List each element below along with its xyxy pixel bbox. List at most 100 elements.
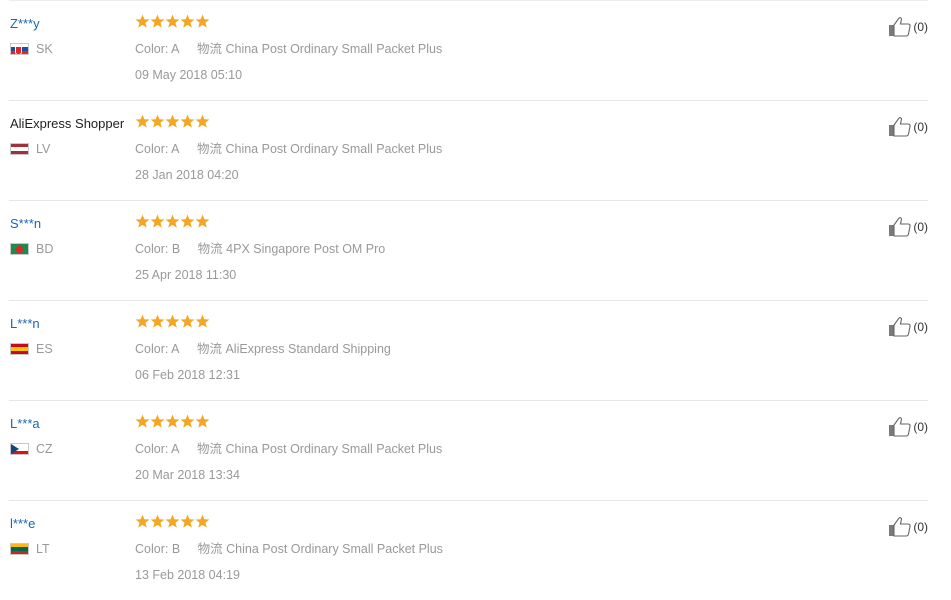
star-icon <box>150 314 165 328</box>
country-code: ES <box>36 342 53 356</box>
helpful-button[interactable]: (0) <box>888 116 928 137</box>
helpful-button[interactable]: (0) <box>888 16 928 37</box>
star-icon <box>135 214 150 228</box>
star-rating <box>135 514 210 529</box>
star-icon <box>135 14 150 28</box>
reviewer-name-link[interactable]: L***a <box>10 416 40 431</box>
star-icon <box>195 414 210 428</box>
review-list: Z***y SK Color: A 物流 China Post Ordinary… <box>9 0 928 600</box>
review-sku-info: Color: B 物流 4PX Singapore Post OM Pro <box>135 238 385 257</box>
country-flag-icon <box>10 143 29 155</box>
shipping-method: China Post Ordinary Small Packet Plus <box>225 42 443 56</box>
review-date: 25 Apr 2018 11:30 <box>135 268 237 282</box>
thumbs-up-icon <box>888 516 912 537</box>
review-date: 06 Feb 2018 12:31 <box>135 368 240 382</box>
star-icon <box>135 514 150 528</box>
country-code: SK <box>36 42 53 56</box>
star-icon <box>165 514 180 528</box>
thumbs-up-icon <box>888 316 912 337</box>
star-icon <box>150 514 165 528</box>
review-sku-info: Color: A 物流 China Post Ordinary Small Pa… <box>135 438 442 457</box>
star-icon <box>150 214 165 228</box>
review-sku-info: Color: A 物流 China Post Ordinary Small Pa… <box>135 138 442 157</box>
review-date: 09 May 2018 05:10 <box>135 68 243 82</box>
star-icon <box>180 214 195 228</box>
star-icon <box>165 314 180 328</box>
logistics-label: 物流 <box>196 442 222 456</box>
country-flag-icon <box>10 543 29 555</box>
logistics-label: 物流 <box>196 342 222 356</box>
helpful-button[interactable]: (0) <box>888 316 928 337</box>
review-item: S***n BD Color: B 物流 4PX Singapore Post … <box>9 200 928 300</box>
color-label: Color: <box>135 242 169 256</box>
review-sku-info: Color: A 物流 AliExpress Standard Shipping <box>135 338 391 357</box>
star-rating <box>135 114 210 129</box>
thumbs-up-icon <box>888 16 912 37</box>
review-item: L***a CZ Color: A 物流 China Post Ordinary… <box>9 400 928 500</box>
review-item: l***e LT Color: B 物流 China Post Ordinary… <box>9 500 928 600</box>
star-icon <box>195 514 210 528</box>
helpful-button[interactable]: (0) <box>888 416 928 437</box>
star-icon <box>195 14 210 28</box>
shipping-method: China Post Ordinary Small Packet Plus <box>225 442 443 456</box>
reviewer-country: LV <box>10 142 50 156</box>
star-icon <box>135 314 150 328</box>
star-icon <box>180 514 195 528</box>
country-code: LT <box>36 542 50 556</box>
review-item: AliExpress Shopper LV Color: A 物流 China … <box>9 100 928 200</box>
star-icon <box>165 114 180 128</box>
color-label: Color: <box>135 342 169 356</box>
country-flag-icon <box>10 243 29 255</box>
country-flag-icon <box>10 443 29 455</box>
logistics-label: 物流 <box>196 42 222 56</box>
helpful-count: (0) <box>913 419 928 434</box>
country-code: CZ <box>36 442 53 456</box>
thumbs-up-icon <box>888 216 912 237</box>
shipping-method: 4PX Singapore Post OM Pro <box>226 242 386 256</box>
country-flag-icon <box>10 43 29 55</box>
star-rating <box>135 214 210 229</box>
reviewer-country: BD <box>10 242 53 256</box>
star-icon <box>180 114 195 128</box>
reviewer-country: SK <box>10 42 53 56</box>
thumbs-up-icon <box>888 416 912 437</box>
logistics-label: 物流 <box>197 542 223 556</box>
star-icon <box>150 414 165 428</box>
color-label: Color: <box>135 542 169 556</box>
review-date: 28 Jan 2018 04:20 <box>135 168 239 182</box>
star-icon <box>195 114 210 128</box>
reviewer-country: LT <box>10 542 50 556</box>
star-icon <box>135 414 150 428</box>
helpful-button[interactable]: (0) <box>888 516 928 537</box>
star-icon <box>180 314 195 328</box>
country-code: BD <box>36 242 54 256</box>
review-sku-info: Color: A 物流 China Post Ordinary Small Pa… <box>135 38 442 57</box>
country-flag-icon <box>10 343 29 355</box>
helpful-count: (0) <box>913 219 928 234</box>
shipping-method: AliExpress Standard Shipping <box>225 342 391 356</box>
helpful-count: (0) <box>913 119 928 134</box>
helpful-count: (0) <box>913 19 928 34</box>
reviewer-name-link[interactable]: S***n <box>10 216 41 231</box>
star-rating <box>135 314 210 329</box>
star-icon <box>165 14 180 28</box>
logistics-label: 物流 <box>197 242 223 256</box>
star-icon <box>165 414 180 428</box>
color-value: B <box>171 542 181 556</box>
reviewer-name-link[interactable]: L***n <box>10 316 40 331</box>
helpful-count: (0) <box>913 319 928 334</box>
color-label: Color: <box>135 142 169 156</box>
shipping-method: China Post Ordinary Small Packet Plus <box>226 542 443 556</box>
star-icon <box>135 114 150 128</box>
color-label: Color: <box>135 442 169 456</box>
star-icon <box>180 14 195 28</box>
helpful-button[interactable]: (0) <box>888 216 928 237</box>
color-value: A <box>171 42 180 56</box>
reviewer-name-link[interactable]: l***e <box>10 516 35 531</box>
reviewer-name-link[interactable]: AliExpress Shopper <box>10 116 124 131</box>
helpful-count: (0) <box>913 519 928 534</box>
reviewer-name-link[interactable]: Z***y <box>10 16 40 31</box>
color-label: Color: <box>135 42 169 56</box>
country-code: LV <box>36 142 51 156</box>
star-icon <box>165 214 180 228</box>
